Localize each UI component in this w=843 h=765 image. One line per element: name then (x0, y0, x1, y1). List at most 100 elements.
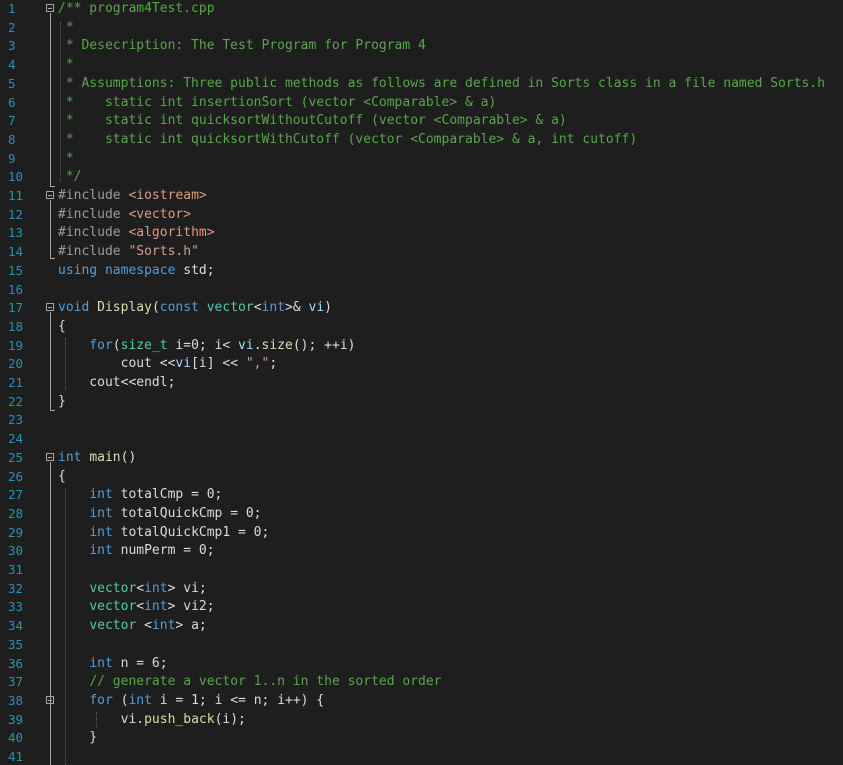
code-line[interactable]: 40 } (0, 729, 843, 748)
code-line[interactable]: 13 #include <algorithm> (0, 224, 843, 243)
code-token: (); ++ (292, 337, 340, 353)
code-line[interactable]: 29 int totalQuickCmp1 = 0; (0, 524, 843, 543)
code-line[interactable]: 35 (0, 636, 843, 655)
code-line[interactable]: 4 * (0, 56, 843, 75)
code-token: namespace (104, 262, 176, 278)
code-line[interactable]: 21 cout<<endl; (0, 374, 843, 393)
code-line[interactable]: 15 using namespace std; (0, 262, 843, 281)
code-line[interactable]: 2 * (0, 19, 843, 38)
code-token: n (253, 692, 262, 708)
code-line[interactable]: 12 #include <vector> (0, 206, 843, 225)
code-editor[interactable]: 1/** program4Test.cpp 2 * 3 * Desecription… (0, 0, 843, 765)
code-line[interactable]: 11 #include <iostream> (0, 187, 843, 206)
line-number: 13 (8, 225, 24, 241)
code-line[interactable]: 5 * Assumptions: Three public methods as… (0, 75, 843, 94)
code-token: int (128, 692, 152, 708)
code-line[interactable]: 6 * static int insertionSort (vector <Co… (0, 94, 843, 113)
code-token: ( (151, 300, 160, 316)
line-number: 27 (8, 487, 24, 503)
code-token: = 0; (175, 543, 215, 559)
code-line[interactable]: 10 */ (0, 168, 843, 187)
code-line[interactable]: 34 vector <int> a; (0, 617, 843, 636)
code-text: * Desecription: The Test Program for Pro… (58, 37, 426, 56)
code-line[interactable]: 19 for(size_t i=0; i< vi.size(); ++i) (0, 337, 843, 356)
code-token: ) (347, 337, 356, 353)
line-number: 7 (8, 113, 16, 129)
code-line[interactable]: 36 int n = 6; (0, 655, 843, 674)
code-token: int (261, 300, 286, 316)
code-token: size (261, 337, 293, 353)
code-token: i (159, 692, 168, 708)
code-line[interactable]: 41 (0, 748, 843, 765)
code-line[interactable]: 24 (0, 430, 843, 449)
code-line[interactable]: 38 for (int i = 1; i <= n; i++) { (0, 692, 843, 711)
code-line[interactable]: 9 * (0, 150, 843, 169)
code-line[interactable]: 14 #include "Sorts.h" (0, 243, 843, 262)
line-number: 39 (8, 711, 24, 727)
code-line[interactable]: 28 int totalQuickCmp = 0; (0, 505, 843, 524)
code-line[interactable]: 23 (0, 411, 843, 430)
code-line[interactable]: 39 vi.push_back(i); (0, 711, 843, 730)
code-token: int (89, 487, 113, 503)
code-line[interactable]: 25 int main() (0, 449, 843, 468)
code-token: = 0; (222, 505, 262, 521)
code-token: * Desecription: The Test Program for Pro… (58, 38, 426, 54)
collapse-icon[interactable] (46, 695, 54, 704)
collapse-icon[interactable] (46, 452, 54, 461)
code-line[interactable]: 16 (0, 281, 843, 300)
code-token: <vector> (128, 206, 192, 222)
line-number: 29 (8, 524, 24, 540)
line-number: 35 (8, 636, 24, 652)
code-line[interactable]: 22} (0, 393, 843, 412)
code-line[interactable]: 26 { (0, 468, 843, 487)
code-line[interactable]: 7 * static int quicksortWithoutCutoff (v… (0, 112, 843, 131)
code-token: * (58, 19, 74, 35)
code-token: =0; (183, 337, 215, 353)
code-token: #include (58, 206, 129, 222)
code-line[interactable]: 1 /** program4Test.cpp (0, 0, 843, 19)
collapse-icon[interactable] (46, 303, 54, 312)
line-number: 22 (8, 393, 24, 409)
code-line[interactable]: 17 void Display(const vector<int>& vi) (0, 299, 843, 318)
code-text: int main() (58, 449, 136, 468)
code-token: cout<<endl; (58, 375, 176, 390)
code-text: } (58, 729, 97, 748)
code-token: #include (58, 188, 129, 203)
code-line[interactable]: 31 (0, 561, 843, 580)
collapse-icon[interactable] (46, 191, 54, 199)
line-number: 2 (8, 19, 16, 35)
code-token: ] << (206, 356, 246, 372)
collapse-icon[interactable] (46, 4, 54, 12)
code-line[interactable]: 8 * static int quicksortWithCutoff (vect… (0, 131, 843, 150)
line-number: 34 (8, 618, 24, 634)
code-token: i (198, 356, 207, 372)
code-line[interactable]: 20 cout <<vi[i] << ","; (0, 355, 843, 374)
code-text: * static int insertionSort (vector <Comp… (58, 94, 496, 113)
code-line[interactable]: 3 * Desecription: The Test Program for P… (0, 37, 843, 56)
code-token: vector (89, 599, 137, 615)
code-token: vi (238, 337, 254, 353)
line-number: 9 (8, 150, 16, 166)
code-token: int (89, 655, 113, 671)
code-token: int (89, 543, 113, 559)
code-line[interactable]: 27 int totalCmp = 0; (0, 486, 843, 505)
code-text: int totalQuickCmp = 0; (58, 505, 262, 524)
code-line[interactable]: 37 // generate a vector 1..n in the sort… (0, 673, 843, 692)
code-line[interactable]: 30 int numPerm = 0; (0, 542, 843, 561)
code-line[interactable]: 32 vector<int> vi; (0, 580, 843, 599)
code-line[interactable]: 18 { (0, 318, 843, 337)
code-token: */ (58, 169, 82, 185)
code-token: "Sorts.h" (128, 244, 199, 260)
code-token: vi (308, 300, 325, 316)
code-text: int totalQuickCmp1 = 0; (58, 524, 269, 543)
code-text: vector <int> a; (58, 617, 206, 636)
code-token: int (58, 449, 82, 465)
code-token: * Assumptions: Three public methods as f… (58, 75, 826, 91)
code-token: * static int quicksortWithCutoff (vector… (58, 131, 638, 147)
code-token: size_t (120, 337, 168, 353)
code-token: i (277, 692, 286, 708)
code-token: vi2 (183, 599, 207, 615)
code-token: ++) { (285, 692, 325, 708)
code-line[interactable]: 33 vector<int> vi2; (0, 598, 843, 617)
